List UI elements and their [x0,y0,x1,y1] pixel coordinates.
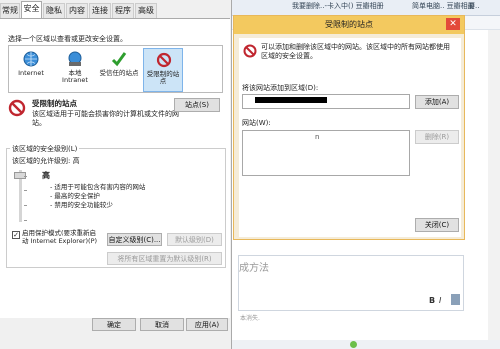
level-bullet: - 禁用的安全功能较少 [50,201,113,209]
restricted-sites-dialog: 受限制的站点 ✕ 可以添加和删除该区域中的网站。该区域中的所有网站都使用区域的安… [233,15,465,240]
level-name: 高 [42,171,50,180]
globe-icon [23,51,39,67]
comment-editor[interactable]: 成方法 B I [238,255,464,311]
zone-local-intranet[interactable]: 本地 Intranet [55,48,95,92]
zone-label: Internet [18,69,44,77]
restricted-info-text: 可以添加和删除该区域中的网站。该区域中的所有网站都使用区域的安全设置。 [261,43,450,60]
zones-prompt: 选择一个区域以查看或更改安全设置。 [8,35,127,43]
browser-tab[interactable]: 简单电脑.. 豆瓣相册 [412,1,498,14]
italic-icon[interactable]: I [439,296,441,305]
tab-general[interactable]: 常规 [0,3,20,18]
slider-tick [24,190,27,191]
restricted-dialog-title: 受限制的站点 [325,20,373,29]
add-button[interactable]: 添加(A) [415,95,459,109]
redacted-url [255,97,327,103]
close-button[interactable]: 关闭(C) [415,218,459,232]
apply-button[interactable]: 应用(A) [186,318,228,331]
slider-tick [24,220,27,221]
page-scrollbar[interactable] [488,30,500,340]
allowed-levels-text: 该区域的允许级别: 高 [12,157,80,165]
status-dot-icon [350,341,357,348]
tab-security[interactable]: 安全 [21,1,42,19]
close-icon[interactable]: ✕ [446,18,460,30]
zone-internet[interactable]: Internet [11,48,51,92]
bold-icon[interactable]: B [429,296,435,305]
zone-label: 本地 Intranet [62,69,88,84]
add-site-prompt: 将该网站添加到区域(D): [242,84,319,92]
checkmark-icon [111,52,127,67]
restricted-dialog-body: 可以添加和删除该区域中的网站。该区域中的所有网站都使用区域的安全设置。 将该网站… [239,38,461,237]
zone-restricted-sites[interactable]: 受限制的站点 [143,48,183,92]
custom-level-button[interactable]: 自定义级别(C)... [107,233,162,246]
default-level-button[interactable]: 默认级别(D) [167,233,222,246]
security-level-group-label: 该区域的安全级别(L) [10,144,80,154]
zone-trusted-sites[interactable]: 受信任的站点 [99,48,139,92]
list-item: n [315,133,320,141]
reset-all-zones-button[interactable]: 将所有区域重置为默认级别(R) [107,252,222,265]
internet-options-dialog: 常规 安全 隐私 内容 连接 程序 高级 选择一个区域以查看或更改安全设置。 I… [0,0,232,349]
zone-list: Internet 本地 Intranet 受信任的站点 受限制的站点 [8,45,223,93]
cancel-button[interactable]: 取消 [140,318,184,331]
security-level-group [6,148,226,268]
tab-content[interactable]: 内容 [66,3,88,18]
protected-mode-label: 启用保护模式(要求重新启动 Internet Explorer)(P) [22,229,98,245]
slider-tick [24,176,27,177]
protected-mode-checkbox[interactable]: ✓ [12,231,20,239]
tab-advanced[interactable]: 高级 [135,3,157,18]
status-bar [232,340,500,349]
tab-programs[interactable]: 程序 [112,3,134,18]
browser-tab[interactable]: 我要删除..-卡入中() 豆瓣相册 [292,1,402,14]
restricted-dialog-title-bar[interactable]: 受限制的站点 [234,16,464,34]
remove-button[interactable]: 删除(R) [415,130,459,144]
ok-button[interactable]: 确定 [92,318,136,331]
tab-privacy[interactable]: 隐私 [43,3,65,18]
zone-label: 受信任的站点 [99,69,139,77]
editor-hint: 成方法 [239,263,269,274]
slider-tick [24,205,27,206]
restricted-icon [243,44,257,58]
format-icon[interactable] [451,294,460,305]
restricted-icon [8,99,26,117]
sites-list-label: 网站(W): [242,119,271,127]
zone-title: 受限制的站点 [32,99,77,108]
add-site-input[interactable] [242,94,410,109]
zone-label: 受限制的站点 [146,70,180,85]
zone-description: 该区域适用于可能会损害你的计算机或文件的网站。 [32,110,179,127]
sites-button[interactable]: 站点(S) [174,98,220,112]
tab-connections[interactable]: 连接 [89,3,111,18]
browser-tab-strip: 要.. 我要删除..-卡入中() 豆瓣相册 简单电脑.. 豆瓣相册 [232,0,500,16]
sites-list[interactable]: n [242,130,410,176]
restricted-icon [156,52,172,68]
footer-note: 本消失. [240,315,260,322]
intranet-icon [68,51,82,66]
